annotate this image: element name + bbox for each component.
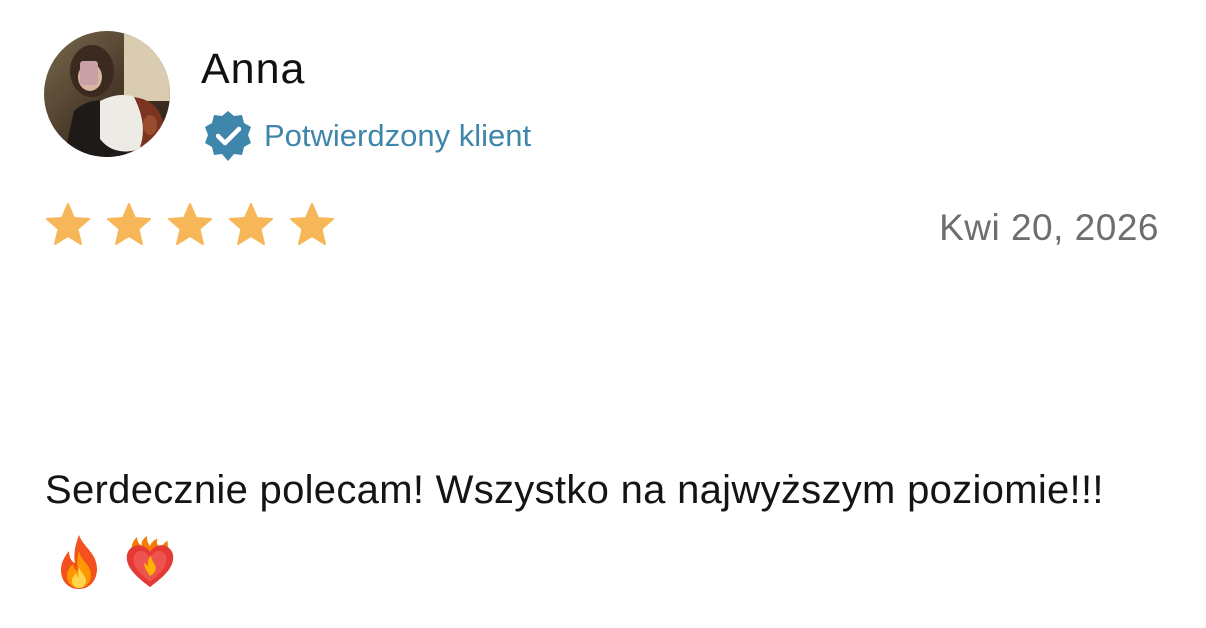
- review-text-block: Serdecznie polecam! Wszystko na najwyższ…: [45, 452, 1145, 604]
- star-icon: [46, 203, 90, 245]
- review-text: Serdecznie polecam! Wszystko na najwyższ…: [45, 468, 1104, 512]
- verified-check-icon: [205, 111, 251, 161]
- avatar[interactable]: [44, 31, 170, 157]
- star-icon: [168, 203, 212, 245]
- star-rating: [44, 201, 336, 249]
- star-icon: [229, 203, 273, 245]
- reviewer-name: Anna: [201, 45, 306, 93]
- heart-on-fire-icon: [127, 536, 174, 588]
- verified-label: Potwierdzony klient: [264, 118, 532, 153]
- fire-icon: [61, 535, 97, 589]
- review-card: Anna Potwierdzony klient Kwi 20, 2026 Se…: [0, 0, 1206, 628]
- verified-badge: Potwierdzony klient: [201, 108, 531, 164]
- star-icon: [290, 203, 334, 245]
- star-icon: [107, 203, 151, 245]
- review-date: Kwi 20, 2026: [939, 207, 1159, 248]
